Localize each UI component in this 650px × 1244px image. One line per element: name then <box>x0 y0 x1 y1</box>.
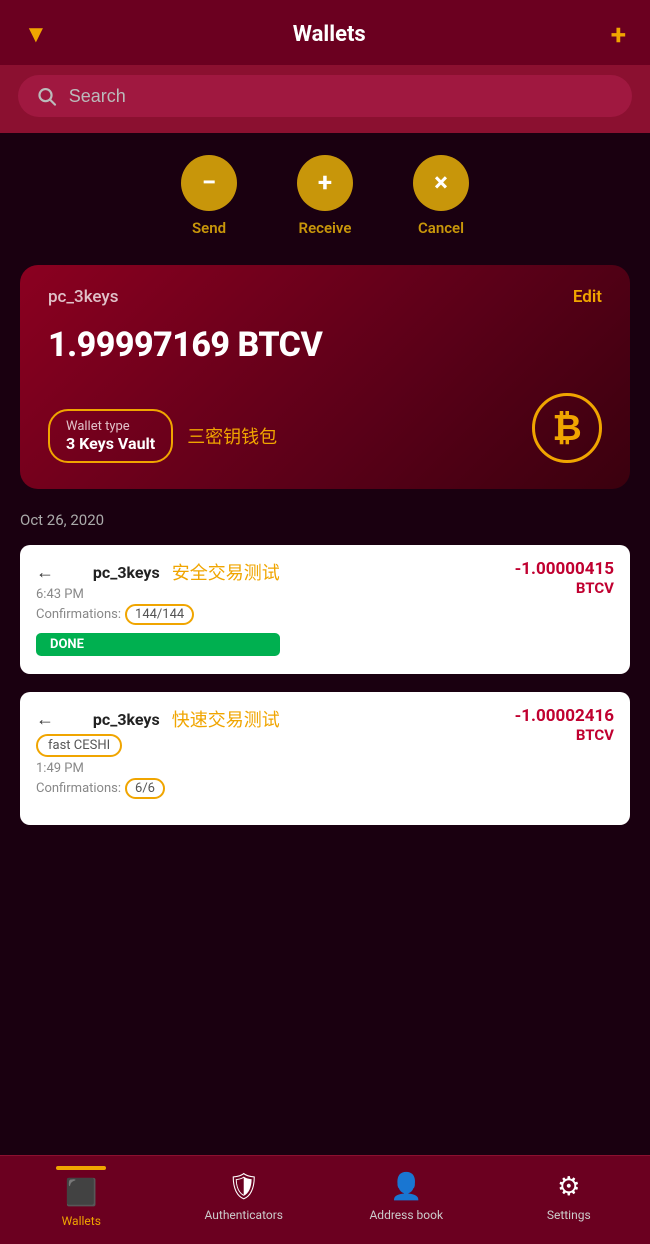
nav-label-address-book: Address book <box>369 1208 443 1222</box>
add-icon[interactable]: + <box>611 18 626 51</box>
wallet-type-box: Wallet type 3 Keys Vault <box>48 409 173 463</box>
wallet-name: pc_3keys <box>48 287 118 307</box>
tx-chinese-2: 快速交易测试 <box>172 706 280 732</box>
tx-arrow-icon: ← <box>36 562 54 583</box>
nav-item-settings[interactable]: ⚙ Settings <box>488 1172 650 1222</box>
cancel-button[interactable]: × Cancel <box>413 155 469 237</box>
tx-date: Oct 26, 2020 <box>20 511 630 529</box>
page-title: Wallets <box>293 22 366 47</box>
tx-item-2[interactable]: ← 🗂 pc_3keys 快速交易测试 fast CESHI 1:49 PM C… <box>20 692 630 825</box>
tx-wallet-name-1: pc_3keys <box>93 563 160 582</box>
nav-active-bar <box>56 1166 106 1170</box>
search-icon <box>36 85 57 107</box>
tx-time-2: 1:49 PM <box>36 761 280 776</box>
nav-label-wallets: Wallets <box>62 1214 101 1228</box>
filter-icon[interactable]: ▼ <box>24 20 48 49</box>
search-bar <box>0 65 650 133</box>
tx-time-1: 6:43 PM <box>36 587 280 602</box>
wallet-card-wrap: pc_3keys Edit 1.99997169 BTCV Wallet typ… <box>0 255 650 507</box>
tx-wallet-name-2: pc_3keys <box>93 710 160 729</box>
send-button[interactable]: − Send <box>181 155 237 237</box>
tx-chinese-1: 安全交易测试 <box>172 559 280 585</box>
bottom-nav: ⬛ Wallets 🛡 Authenticators 👤 Address boo… <box>0 1155 650 1244</box>
tx-wallet-icon-1: 🗂 <box>62 562 85 583</box>
nav-item-wallets[interactable]: ⬛ Wallets <box>0 1166 163 1228</box>
tx-amount-1: -1.00000415 BTCV <box>515 559 614 597</box>
bitcoin-icon: ₿ <box>532 393 602 463</box>
authenticators-icon: 🛡 <box>227 1172 260 1202</box>
wallet-type-chinese: 三密钥钱包 <box>187 423 277 449</box>
transactions-section: Oct 26, 2020 ← 🗂 pc_3keys 安全交易测试 6:43 PM… <box>0 511 650 825</box>
wallet-card[interactable]: pc_3keys Edit 1.99997169 BTCV Wallet typ… <box>20 265 630 489</box>
search-input-wrap <box>18 75 632 117</box>
tx-memo-2: fast CESHI <box>36 734 122 757</box>
receive-button[interactable]: + Receive <box>297 155 353 237</box>
header: ▼ Wallets + <box>0 0 650 65</box>
tx-confirmations-2: Confirmations:6/6 <box>36 778 280 799</box>
wallet-type-label: Wallet type <box>66 419 155 434</box>
wallets-icon: ⬛ <box>65 1178 97 1208</box>
wallet-balance: 1.99997169 BTCV <box>48 325 602 365</box>
tx-arrow-icon-2: ← <box>36 709 54 730</box>
settings-icon: ⚙ <box>557 1172 580 1202</box>
wallet-edit-button[interactable]: Edit <box>573 287 602 307</box>
tx-amount-2: -1.00002416 BTCV <box>515 706 614 744</box>
tx-confirmations-1: Confirmations:144/144 <box>36 604 280 625</box>
action-bar: − Send + Receive × Cancel <box>0 133 650 255</box>
wallet-type-value: 3 Keys Vault <box>66 434 155 453</box>
tx-wallet-icon-2: 🗂 <box>62 709 85 730</box>
nav-item-address-book[interactable]: 👤 Address book <box>325 1172 488 1222</box>
search-input[interactable] <box>69 86 614 107</box>
tx-item-1[interactable]: ← 🗂 pc_3keys 安全交易测试 6:43 PM Confirmation… <box>20 545 630 674</box>
nav-label-settings: Settings <box>547 1208 591 1222</box>
address-book-icon: 👤 <box>390 1172 422 1202</box>
nav-item-authenticators[interactable]: 🛡 Authenticators <box>163 1172 326 1222</box>
nav-label-authenticators: Authenticators <box>205 1208 283 1222</box>
tx-done-badge: DONE <box>36 633 280 656</box>
